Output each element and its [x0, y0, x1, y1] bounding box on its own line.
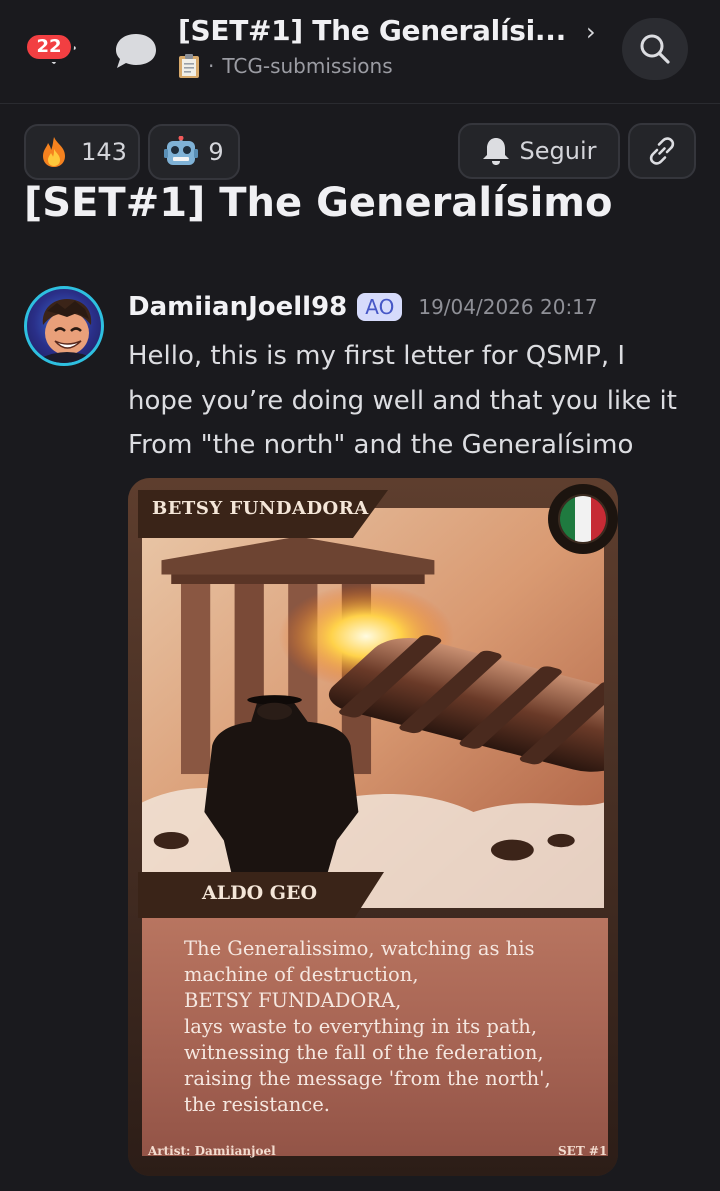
avatar[interactable]	[24, 286, 104, 366]
flavor-line: BETSY FUNDADORA,	[184, 989, 402, 1012]
message-line: hope you’re doing well and that you like…	[128, 385, 677, 416]
mexico-flag-icon	[548, 484, 618, 554]
timestamp: 19/04/2026 20:17	[418, 295, 598, 319]
flavor-line: witnessing the fall of the federation,	[184, 1041, 544, 1064]
chat-bubble-icon	[114, 30, 158, 70]
flavor-line: the resistance.	[184, 1093, 330, 1116]
message-line: From "the north" and the Generalísimo	[128, 430, 634, 460]
message-body: Hello, this is my first letter for QSMP,…	[128, 334, 708, 468]
copy-link-button[interactable]	[628, 123, 696, 179]
reaction-fire[interactable]: 143	[24, 124, 140, 180]
unread-badge: 22	[24, 32, 74, 62]
follow-button[interactable]: Seguir	[458, 123, 620, 179]
card-artwork	[142, 508, 604, 908]
reaction-fire-count: 143	[81, 138, 127, 166]
robot-emoji-icon	[164, 136, 199, 165]
fire-emoji-icon	[43, 137, 66, 167]
flavor-line: machine of destruction,	[184, 963, 419, 986]
flavor-line: raising the message 'from the north',	[184, 1067, 551, 1090]
thread-actions: 143 9 Seguir	[0, 118, 720, 184]
channel-name: TCG-submissions	[222, 54, 393, 78]
thread-title-block[interactable]: [SET#1] The Generalísi... › · TCG-submis…	[178, 14, 608, 79]
role-tag[interactable]: AO	[357, 293, 403, 321]
attachment-image[interactable]: BETSY FUNDADORA ALDO GEO The Generalissi…	[128, 478, 618, 1176]
card-set-number: SET #1	[558, 1144, 608, 1158]
author-name[interactable]: DamiianJoell98	[128, 292, 347, 322]
search-icon	[640, 34, 670, 64]
card-artist: Artist: Damiianjoel	[148, 1144, 276, 1158]
flavor-line: The Generalissimo, watching as his	[184, 937, 535, 960]
message-header: DamiianJoell98 AO 19/04/2026 20:17	[128, 292, 598, 322]
channel-line: · TCG-submissions	[178, 53, 608, 79]
card-flavor-text: The Generalissimo, watching as his machi…	[184, 936, 584, 1118]
channel-separator: ·	[208, 54, 215, 78]
post-title-text: [SET#1] The Generalísimo	[24, 184, 613, 226]
link-icon	[649, 137, 675, 165]
flavor-line: lays waste to everything in its path,	[184, 1015, 538, 1038]
reaction-robot-count: 9	[208, 138, 224, 166]
follow-label: Seguir	[519, 137, 597, 165]
thread-header: 22 [SET#1] The Generalísi... › · TCG-sub…	[0, 0, 720, 104]
post-title: [SET#1] The Generalísimo	[24, 184, 612, 232]
clipboard-icon	[178, 53, 200, 79]
message-line: Hello, this is my first letter for QSMP,…	[128, 341, 626, 371]
reaction-robot[interactable]: 9	[148, 124, 240, 180]
bell-icon	[482, 138, 509, 165]
card-name: ALDO GEO	[202, 882, 318, 904]
chevron-right-icon: ›	[586, 18, 596, 46]
card-title: BETSY FUNDADORA	[152, 498, 369, 519]
search-button[interactable]	[622, 18, 688, 80]
thread-title: [SET#1] The Generalísi...	[178, 14, 566, 47]
